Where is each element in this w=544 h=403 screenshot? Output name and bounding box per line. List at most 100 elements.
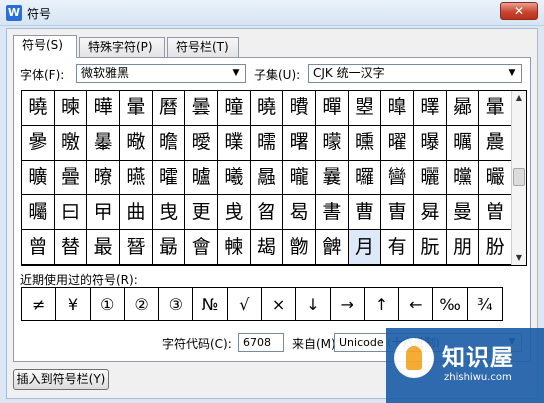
symbol-cell[interactable]: 曥 [185, 160, 218, 196]
symbol-cell[interactable]: 暕 [54, 91, 88, 126]
insert-to-symbol-bar-button[interactable]: 插入到符号栏(Y) [13, 369, 109, 390]
recent-symbol-cell[interactable]: √ [228, 288, 262, 320]
tab-symbols[interactable]: 符号(S) [13, 35, 77, 58]
char-code-input[interactable]: 6708 [238, 333, 284, 352]
symbol-cell[interactable]: 曼 [446, 195, 480, 231]
symbol-cell[interactable]: 曜 [381, 125, 414, 161]
symbol-cell[interactable]: 朇 [316, 230, 349, 265]
recent-symbol-cell[interactable]: ¾ [468, 288, 502, 320]
symbol-cell[interactable]: 朆 [283, 230, 316, 265]
symbol-cell[interactable]: 曘 [250, 125, 284, 161]
symbol-cell[interactable]: 曍 [381, 91, 414, 126]
symbol-cell[interactable]: 朁 [120, 230, 153, 265]
symbol-cell[interactable]: 曄 [87, 91, 120, 126]
symbol-cell[interactable]: 曤 [152, 160, 186, 196]
symbol-cell[interactable]: 曵 [218, 195, 251, 231]
symbol-cell[interactable]: 曻 [414, 195, 447, 231]
recent-symbol-cell[interactable]: ≠ [22, 288, 57, 320]
symbol-cell[interactable]: 曨 [283, 160, 316, 196]
symbol-cell[interactable]: 曦 [218, 160, 251, 196]
symbol-cell[interactable]: 曟 [479, 125, 512, 161]
symbol-cell[interactable]: 曎 [414, 91, 447, 126]
symbol-cell[interactable]: 朌 [479, 230, 512, 265]
recent-symbol-cell[interactable]: ← [399, 288, 434, 320]
symbol-cell[interactable]: 曮 [479, 160, 512, 196]
symbol-cell[interactable]: 暈 [120, 91, 153, 126]
symbol-cell[interactable]: 曷 [283, 195, 316, 231]
symbol-cell[interactable]: 朊 [414, 230, 447, 265]
scroll-down-icon[interactable]: ▼ [512, 251, 526, 265]
symbol-cell[interactable]: 曡 [54, 160, 88, 196]
symbol-cell[interactable]: 曳 [152, 195, 186, 231]
symbol-cell[interactable]: 曙 [283, 125, 316, 161]
symbol-cell[interactable]: 曕 [152, 125, 186, 161]
symbol-cell[interactable]: 曉 [22, 91, 55, 126]
symbol-cell[interactable]: 曭 [446, 160, 480, 196]
symbol-cell[interactable]: 最 [87, 230, 120, 265]
symbol-cell[interactable]: 曣 [120, 160, 153, 196]
symbol-cell[interactable]: 曛 [348, 125, 382, 161]
symbol-cell[interactable]: 有 [381, 230, 414, 265]
symbol-cell[interactable]: 曌 [348, 91, 382, 126]
recent-symbol-cell[interactable]: ① [91, 288, 125, 320]
tab-symbol-bar[interactable]: 符号栏(T) [167, 37, 239, 57]
symbol-cell[interactable]: 曯 [22, 195, 55, 231]
grid-scrollbar[interactable]: ▲ ▼ [511, 91, 526, 265]
recent-symbol-cell[interactable]: ↑ [365, 288, 400, 320]
recent-symbol-cell[interactable]: № [193, 288, 228, 320]
symbol-cell[interactable]: 暈 [479, 91, 512, 126]
symbol-cell[interactable]: 曚 [316, 125, 349, 161]
symbol-cell[interactable]: 曬 [414, 160, 447, 196]
font-select[interactable]: 微软雅黑 ▼ [76, 64, 246, 83]
symbol-cell[interactable]: 曊 [283, 91, 316, 126]
recent-symbol-cell[interactable]: ② [125, 288, 160, 320]
symbol-cell[interactable]: 曢 [87, 160, 120, 196]
recent-symbol-cell[interactable]: × [262, 288, 297, 320]
symbol-cell[interactable]: 書 [316, 195, 349, 231]
symbol-cell[interactable]: 朅 [250, 230, 284, 265]
symbol-cell[interactable]: 曆 [152, 91, 186, 126]
symbol-cell[interactable]: 曉 [250, 91, 284, 126]
symbol-cell[interactable]: 曈 [218, 91, 251, 126]
symbol-cell[interactable]: 曔 [120, 125, 153, 161]
recent-symbol-cell[interactable]: ↓ [296, 288, 331, 320]
symbol-cell[interactable]: 替 [54, 230, 88, 265]
recent-symbol-cell[interactable]: ¥ [56, 288, 91, 320]
scroll-up-icon[interactable]: ▲ [512, 91, 526, 105]
symbol-cell[interactable]: 曓 [87, 125, 120, 161]
symbol-cell[interactable]: 曾 [22, 230, 55, 265]
symbol-cell[interactable]: 曑 [22, 125, 55, 161]
recent-symbol-cell[interactable]: ‰ [433, 288, 468, 320]
symbol-cell[interactable]: 曧 [250, 160, 284, 196]
symbol-cell[interactable]: 暺 [316, 91, 349, 126]
symbol-cell[interactable]: 曱 [87, 195, 120, 231]
symbol-cell[interactable]: 曺 [381, 195, 414, 231]
recent-symbol-cell[interactable]: → [331, 288, 365, 320]
symbol-cell[interactable]: 月 [348, 230, 382, 265]
tab-special-chars[interactable]: 特殊字符(P) [79, 37, 165, 57]
symbol-cell[interactable]: 曠 [22, 160, 55, 196]
symbol-cell[interactable]: 朂 [152, 230, 186, 265]
symbol-cell[interactable]: 曝 [414, 125, 447, 161]
symbol-cell[interactable]: 曇 [185, 91, 218, 126]
symbol-cell[interactable]: 曏 [446, 91, 480, 126]
symbol-cell[interactable]: 曪 [348, 160, 382, 196]
symbol-cell[interactable]: 曰 [54, 195, 88, 231]
symbol-cell[interactable]: 曶 [250, 195, 284, 231]
symbol-cell[interactable]: 會 [185, 230, 218, 265]
symbol-cell[interactable]: 曗 [218, 125, 251, 161]
symbol-cell[interactable]: 曲 [120, 195, 153, 231]
symbol-cell[interactable]: 曒 [54, 125, 88, 161]
symbol-cell[interactable]: 曩 [316, 160, 349, 196]
symbol-cell[interactable]: 曹 [348, 195, 382, 231]
symbol-cell[interactable]: 曽 [479, 195, 512, 231]
symbol-cell[interactable]: 更 [185, 195, 218, 231]
symbol-cell[interactable]: 曞 [446, 125, 480, 161]
scroll-thumb[interactable] [513, 168, 525, 186]
symbol-cell[interactable]: 曖 [185, 125, 218, 161]
recent-symbol-cell[interactable]: ③ [159, 288, 194, 320]
symbol-cell[interactable]: 朋 [446, 230, 480, 265]
symbol-cell[interactable]: 朄 [218, 230, 251, 265]
symbol-cell[interactable]: 曫 [381, 160, 414, 196]
close-button[interactable]: ✕ [500, 2, 538, 20]
